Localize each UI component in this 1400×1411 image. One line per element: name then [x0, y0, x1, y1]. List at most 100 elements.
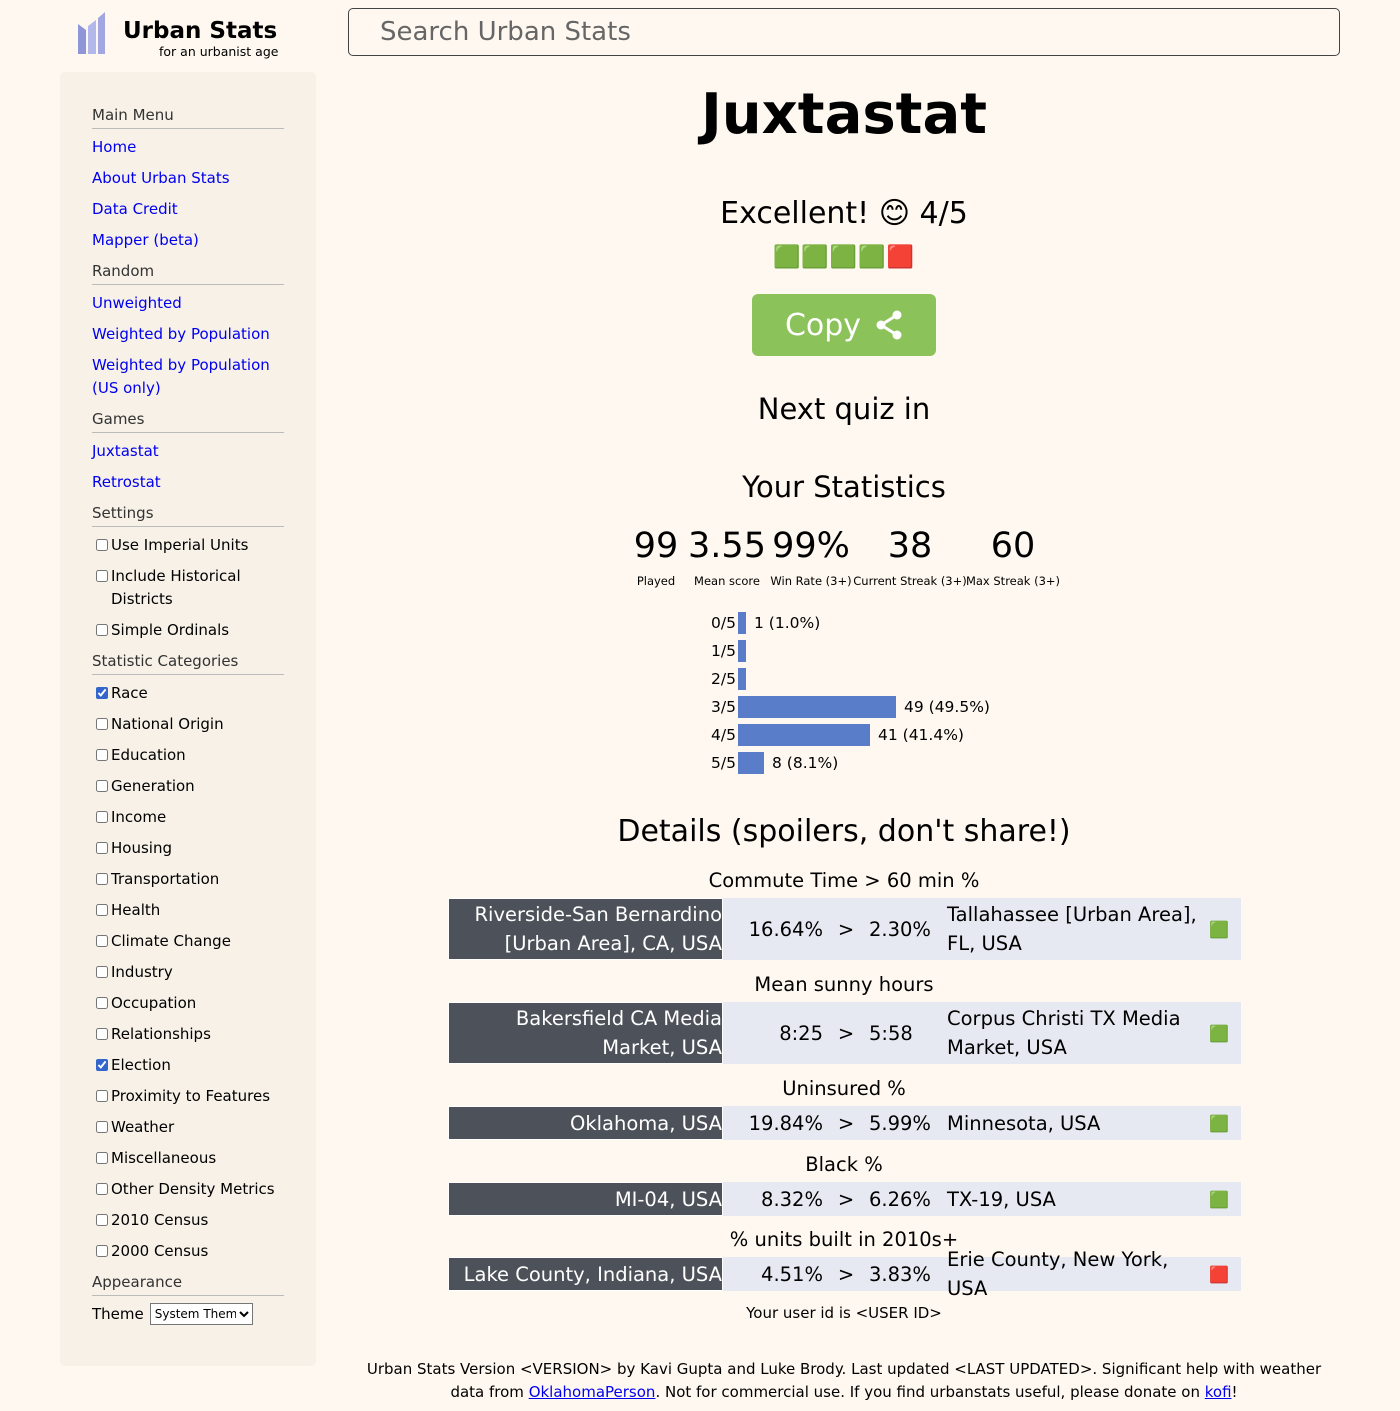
question-right-region: Erie County, New York, USA — [947, 1248, 1169, 1300]
checkbox-use-imperial-units[interactable] — [96, 539, 108, 551]
question-result-mark: 🟩 — [1209, 1023, 1229, 1043]
sidebar-heading-random: Random — [92, 260, 284, 285]
checkbox-industry[interactable] — [96, 966, 108, 978]
option-label: Industry — [111, 963, 173, 981]
logo[interactable]: Urban Stats for an urbanist age — [76, 10, 278, 59]
option-simple-ordinals[interactable]: Simple Ordinals — [92, 619, 284, 642]
checkbox-simple-ordinals[interactable] — [96, 624, 108, 636]
option-2010-census[interactable]: 2010 Census — [92, 1209, 284, 1232]
option-education[interactable]: Education — [92, 744, 284, 767]
theme-row: Theme System Theme — [92, 1303, 284, 1325]
option-national-origin[interactable]: National Origin — [92, 713, 284, 736]
distribution-label: 4/5 — [711, 726, 736, 744]
checkbox-other-density-metrics[interactable] — [96, 1183, 108, 1195]
question-right-value: 2.30% — [869, 917, 931, 941]
checkbox-transportation[interactable] — [96, 873, 108, 885]
checkbox-weather[interactable] — [96, 1121, 108, 1133]
option-label: Simple Ordinals — [111, 621, 230, 639]
option-occupation[interactable]: Occupation — [92, 992, 284, 1015]
stat-value: 60 — [990, 526, 1036, 566]
question-comparison: > — [837, 1187, 855, 1211]
checkbox-race[interactable] — [96, 687, 108, 699]
sidebar-link-juxtastat[interactable]: Juxtastat — [92, 440, 284, 463]
sidebar-link-data-credit[interactable]: Data Credit — [92, 198, 284, 221]
distribution-bar — [738, 668, 746, 690]
checkbox-election[interactable] — [96, 1059, 108, 1071]
question-stat-label: Black % — [805, 1153, 883, 1176]
checkbox-include-historical-districts[interactable] — [96, 570, 108, 582]
option-race[interactable]: Race — [92, 682, 284, 705]
question-left-region: Oklahoma, USA — [448, 1106, 723, 1140]
copy-button-label: Copy — [784, 307, 862, 343]
sidebar-link-mapper[interactable]: Mapper (beta) — [92, 229, 284, 252]
option-industry[interactable]: Industry — [92, 961, 284, 984]
details-heading: Details (spoilers, don't share!) — [617, 814, 1071, 849]
result-text: Excellent! 😊 4/5 — [720, 196, 968, 231]
option-label: Transportation — [111, 870, 220, 888]
sidebar-link-weighted-population[interactable]: Weighted by Population — [92, 323, 284, 346]
option-generation[interactable]: Generation — [92, 775, 284, 798]
option-label: Relationships — [111, 1025, 211, 1043]
question-left-region: Lake County, Indiana, USA — [448, 1257, 723, 1291]
option-housing[interactable]: Housing — [92, 837, 284, 860]
distribution-label: 1/5 — [711, 642, 736, 660]
option-climate-change[interactable]: Climate Change — [92, 930, 284, 953]
sidebar-link-home[interactable]: Home — [92, 136, 284, 159]
copy-button[interactable]: Copy — [752, 294, 936, 356]
checkbox-health[interactable] — [96, 904, 108, 916]
checkbox-2000-census[interactable] — [96, 1245, 108, 1257]
option-income[interactable]: Income — [92, 806, 284, 829]
distribution-value: 41 (41.4%) — [878, 726, 964, 744]
option-use-imperial-units[interactable]: Use Imperial Units — [92, 534, 284, 557]
option-relationships[interactable]: Relationships — [92, 1023, 284, 1046]
distribution-row: 1/5 — [700, 639, 754, 663]
question-right-region: Tallahassee [Urban Area], FL, USA — [947, 903, 1197, 955]
checkbox-housing[interactable] — [96, 842, 108, 854]
option-weather[interactable]: Weather — [92, 1116, 284, 1139]
distribution-value: 8 (8.1%) — [772, 754, 839, 772]
search-input[interactable] — [348, 8, 1340, 56]
theme-select[interactable]: System Theme — [149, 1303, 253, 1325]
option-include-historical-districts[interactable]: Include Historical Districts — [92, 565, 284, 611]
theme-label: Theme — [92, 1305, 144, 1323]
option-proximity-to-features[interactable]: Proximity to Features — [92, 1085, 284, 1108]
sidebar-link-retrostat[interactable]: Retrostat — [92, 471, 284, 494]
question-row: Oklahoma, USA 19.84% >5.99% Minnesota, USA 🟩 — [448, 1106, 1241, 1140]
checkbox-income[interactable] — [96, 811, 108, 823]
checkbox-miscellaneous[interactable] — [96, 1152, 108, 1164]
option-health[interactable]: Health — [92, 899, 284, 922]
option-miscellaneous[interactable]: Miscellaneous — [92, 1147, 284, 1170]
distribution-bar — [738, 640, 746, 662]
sidebar-link-unweighted[interactable]: Unweighted — [92, 292, 284, 315]
option-election[interactable]: Election — [92, 1054, 284, 1077]
option-label: Other Density Metrics — [111, 1180, 275, 1198]
checkbox-generation[interactable] — [96, 780, 108, 792]
option-transportation[interactable]: Transportation — [92, 868, 284, 891]
option-label: Weather — [111, 1118, 175, 1136]
question-stat-label: Commute Time > 60 min % — [708, 869, 980, 892]
footer: Urban Stats Version <VERSION> by Kavi Gu… — [348, 1358, 1340, 1404]
checkbox-climate-change[interactable] — [96, 935, 108, 947]
question-comparison: > — [837, 1021, 855, 1045]
sidebar-link-weighted-population-us[interactable]: Weighted by Population (US only) — [92, 354, 284, 400]
sidebar-heading-appearance: Appearance — [92, 1271, 284, 1296]
checkbox-2010-census[interactable] — [96, 1214, 108, 1226]
question-comparison: > — [837, 917, 855, 941]
option-label: Election — [111, 1056, 171, 1074]
option-2000-census[interactable]: 2000 Census — [92, 1240, 284, 1263]
checkbox-education[interactable] — [96, 749, 108, 761]
sidebar-link-about[interactable]: About Urban Stats — [92, 167, 284, 190]
footer-link-oklahomaperson[interactable]: OklahomaPerson — [529, 1383, 656, 1401]
option-label: 2010 Census — [111, 1211, 209, 1229]
checkbox-national-origin[interactable] — [96, 718, 108, 730]
option-other-density-metrics[interactable]: Other Density Metrics — [92, 1178, 284, 1201]
stats-heading: Your Statistics — [742, 470, 946, 504]
footer-link-kofi[interactable]: kofi — [1205, 1383, 1232, 1401]
checkbox-relationships[interactable] — [96, 1028, 108, 1040]
distribution-bar — [738, 696, 896, 718]
stat-current-streak-3: 38 Current Streak (3+) — [850, 524, 970, 588]
distribution-row: 2/5 — [700, 667, 754, 691]
distribution-row: 3/5 49 (49.5%) — [700, 695, 990, 719]
checkbox-proximity-to-features[interactable] — [96, 1090, 108, 1102]
checkbox-occupation[interactable] — [96, 997, 108, 1009]
